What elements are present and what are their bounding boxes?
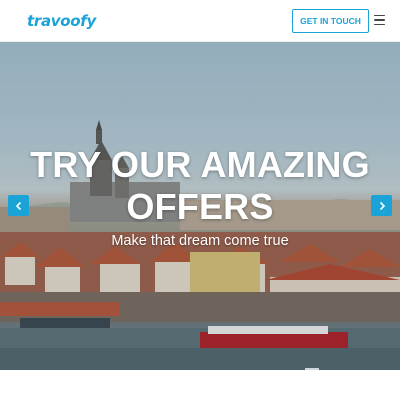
menu-bar-bottom [374,23,385,25]
hero-tagline: Make that dream come true [111,233,289,249]
slider-prev-button[interactable] [8,195,29,216]
chevron-left-icon [15,201,21,210]
menu-bar-middle [374,19,385,21]
top-navbar: travoofy GET IN TOUCH [0,0,400,42]
slider-indicator[interactable] [305,368,319,370]
hero-headline-line-2: OFFERS [126,186,274,227]
page-below-hero [0,370,400,400]
brand-logo[interactable]: travoofy [27,12,96,30]
chevron-right-icon [379,201,385,210]
hero-headline-line-1: TRY OUR AMAZING [30,144,370,185]
slider-next-button[interactable] [371,195,392,216]
hero-headline: TRY OUR AMAZING OFFERS [0,144,400,228]
get-in-touch-button[interactable]: GET IN TOUCH [292,9,369,33]
hamburger-menu-icon[interactable] [374,15,385,25]
hero-slider: TRY OUR AMAZING OFFERS Make that dream c… [0,42,400,370]
menu-bar-top [374,15,385,17]
